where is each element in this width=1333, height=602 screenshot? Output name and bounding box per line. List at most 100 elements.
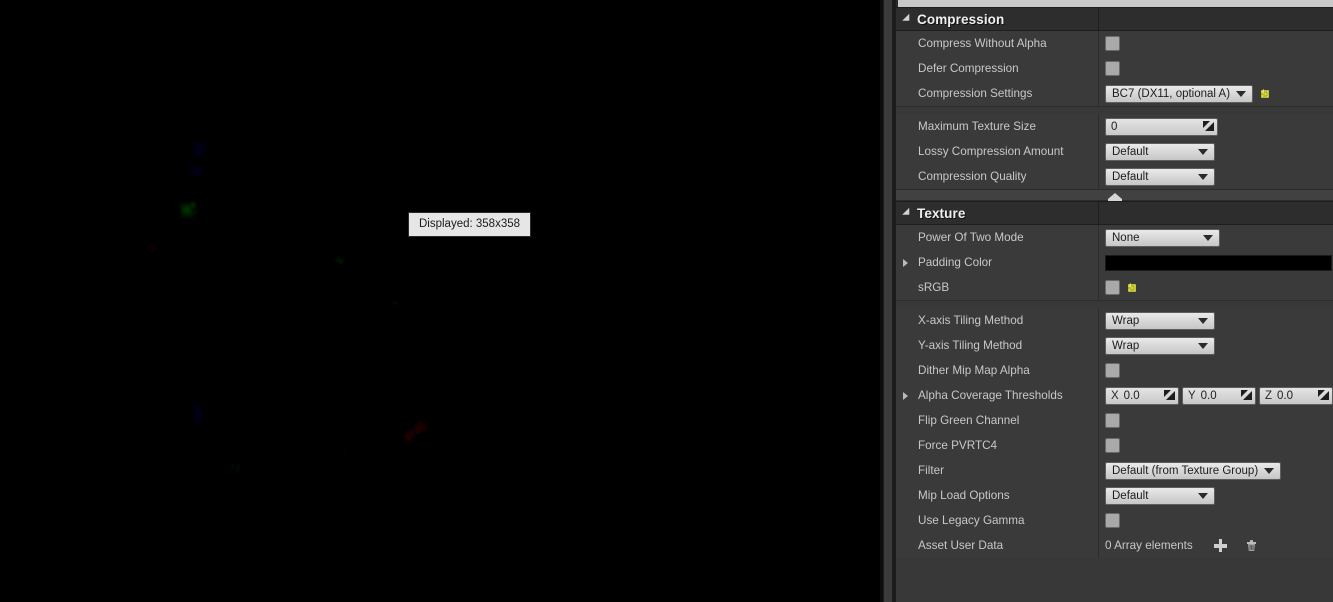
column-splitter: [1098, 202, 1099, 224]
revert-icon[interactable]: [1259, 87, 1273, 101]
delete-all-icon[interactable]: [1244, 538, 1259, 553]
checkbox-force-pvrtc4[interactable]: [1105, 438, 1120, 453]
displayed-size-tooltip: Displayed: 358x358: [408, 212, 532, 237]
combobox-power-of-two-mode[interactable]: None: [1105, 228, 1220, 247]
property-label: Use Legacy Gamma: [918, 514, 1025, 527]
details-scrollbar[interactable]: [884, 0, 892, 602]
column-splitter: [1098, 408, 1099, 433]
column-splitter: [1098, 333, 1099, 358]
numberfield-alpha-threshold-x[interactable]: X 0.0: [1105, 386, 1179, 405]
property-value: [1102, 408, 1333, 433]
drag-handle-icon[interactable]: [1203, 121, 1214, 132]
property-row-compress-without-alpha[interactable]: Compress Without Alpha: [896, 31, 1333, 56]
property-row-asset-user-data[interactable]: Asset User Data 0 Array elements: [896, 533, 1333, 558]
column-splitter: [1098, 56, 1099, 81]
property-row-defer-compression[interactable]: Defer Compression: [896, 56, 1333, 81]
column-splitter: [1098, 31, 1099, 56]
texture-viewport[interactable]: Displayed: 358x358: [0, 0, 880, 602]
panel-splitter[interactable]: [880, 0, 896, 602]
triangle-down-icon: [902, 13, 913, 25]
column-splitter: [1098, 164, 1099, 189]
column-splitter: [1098, 308, 1099, 333]
property-row-force-pvrtc4[interactable]: Force PVRTC4: [896, 433, 1333, 458]
combobox-y-axis-tiling-method[interactable]: Wrap: [1105, 336, 1215, 355]
checkbox-flip-green-channel[interactable]: [1105, 413, 1120, 428]
column-splitter: [1098, 458, 1099, 483]
color-swatch-padding-color[interactable]: [1105, 254, 1332, 271]
checkbox-use-legacy-gamma[interactable]: [1105, 513, 1120, 528]
property-row-alpha-coverage-thresholds[interactable]: Alpha Coverage Thresholds X 0.0 Y 0.0 Z: [896, 383, 1333, 408]
expand-arrow-icon[interactable]: [903, 258, 908, 267]
details-panel: Compression Compress Without Alpha Defer…: [896, 0, 1333, 602]
axis-label-z: Z: [1265, 389, 1273, 402]
property-row-use-legacy-gamma[interactable]: Use Legacy Gamma: [896, 508, 1333, 533]
property-row-compression-settings[interactable]: Compression Settings BC7 (DX11, optional…: [896, 81, 1333, 106]
chevron-down-icon: [1198, 342, 1208, 349]
combobox-compression-quality[interactable]: Default: [1105, 167, 1215, 186]
column-splitter: [1098, 139, 1099, 164]
property-label: Compression Quality: [918, 170, 1027, 183]
property-row-y-axis-tiling-method[interactable]: Y-axis Tiling Method Wrap: [896, 333, 1333, 358]
property-label: Compress Without Alpha: [918, 37, 1047, 50]
combobox-mip-load-options[interactable]: Default: [1105, 486, 1215, 505]
axis-label-y: Y: [1188, 389, 1196, 402]
property-label: Flip Green Channel: [918, 414, 1020, 427]
property-row-power-of-two-mode[interactable]: Power Of Two Mode None: [896, 225, 1333, 250]
chevron-down-icon: [1198, 148, 1208, 155]
chevron-down-icon: [1198, 492, 1208, 499]
property-value: [1102, 433, 1333, 458]
property-label: Defer Compression: [918, 62, 1019, 75]
category-header-compression[interactable]: Compression: [896, 7, 1333, 31]
category-header-texture[interactable]: Texture: [896, 201, 1333, 225]
advanced-collapse-bar[interactable]: [896, 189, 1333, 201]
column-splitter: [1098, 383, 1099, 408]
column-splitter: [1098, 275, 1099, 300]
combobox-x-axis-tiling-method[interactable]: Wrap: [1105, 311, 1215, 330]
property-row-srgb[interactable]: sRGB: [896, 275, 1333, 300]
revert-icon[interactable]: [1126, 281, 1140, 295]
property-row-lossy-compression-amount[interactable]: Lossy Compression Amount Default: [896, 139, 1333, 164]
combobox-value: Default: [1112, 145, 1149, 158]
property-row-mip-load-options[interactable]: Mip Load Options Default: [896, 483, 1333, 508]
combobox-lossy-compression-amount[interactable]: Default: [1105, 142, 1215, 161]
category-title: Texture: [917, 205, 966, 221]
property-row-flip-green-channel[interactable]: Flip Green Channel: [896, 408, 1333, 433]
column-splitter: [1098, 358, 1099, 383]
property-row-x-axis-tiling-method[interactable]: X-axis Tiling Method Wrap: [896, 308, 1333, 333]
combobox-filter[interactable]: Default (from Texture Group): [1105, 461, 1282, 480]
drag-handle-icon[interactable]: [1241, 390, 1252, 401]
property-label: Filter: [918, 464, 944, 477]
property-label: Compression Settings: [918, 87, 1033, 100]
property-value: 0: [1102, 114, 1333, 139]
numberfield-alpha-threshold-y[interactable]: Y 0.0: [1182, 386, 1256, 405]
checkbox-compress-without-alpha[interactable]: [1105, 36, 1120, 51]
property-row-maximum-texture-size[interactable]: Maximum Texture Size 0: [896, 114, 1333, 139]
checkbox-defer-compression[interactable]: [1105, 61, 1120, 76]
drag-handle-icon[interactable]: [1318, 390, 1329, 401]
property-row-compression-quality[interactable]: Compression Quality Default: [896, 164, 1333, 189]
drag-handle-icon[interactable]: [1164, 390, 1175, 401]
chevron-down-icon: [1203, 234, 1213, 241]
expand-arrow-icon[interactable]: [903, 391, 908, 400]
texture-preview-image[interactable]: [99, 142, 459, 502]
add-element-icon[interactable]: [1213, 538, 1228, 553]
array-element-count: 0 Array elements: [1105, 539, 1193, 552]
property-row-dither-mip-map-alpha[interactable]: Dither Mip Map Alpha: [896, 358, 1333, 383]
combobox-value: None: [1112, 231, 1140, 244]
property-row-filter[interactable]: Filter Default (from Texture Group): [896, 458, 1333, 483]
column-splitter: [1098, 483, 1099, 508]
column-splitter: [1098, 533, 1099, 558]
chevron-down-icon: [1198, 173, 1208, 180]
combobox-value: Default (from Texture Group): [1112, 464, 1259, 477]
combobox-value: Wrap: [1112, 314, 1140, 327]
property-row-padding-color[interactable]: Padding Color: [896, 250, 1333, 275]
property-value: [1102, 56, 1333, 81]
column-splitter: [1098, 114, 1099, 139]
numberfield-alpha-threshold-z[interactable]: Z 0.0: [1259, 386, 1333, 405]
combobox-value: Default: [1112, 170, 1149, 183]
property-value: Default: [1102, 164, 1333, 189]
checkbox-srgb[interactable]: [1105, 280, 1120, 295]
checkbox-dither-mip-map-alpha[interactable]: [1105, 363, 1120, 378]
numberfield-maximum-texture-size[interactable]: 0: [1105, 117, 1218, 136]
combobox-compression-settings[interactable]: BC7 (DX11, optional A): [1105, 84, 1254, 103]
